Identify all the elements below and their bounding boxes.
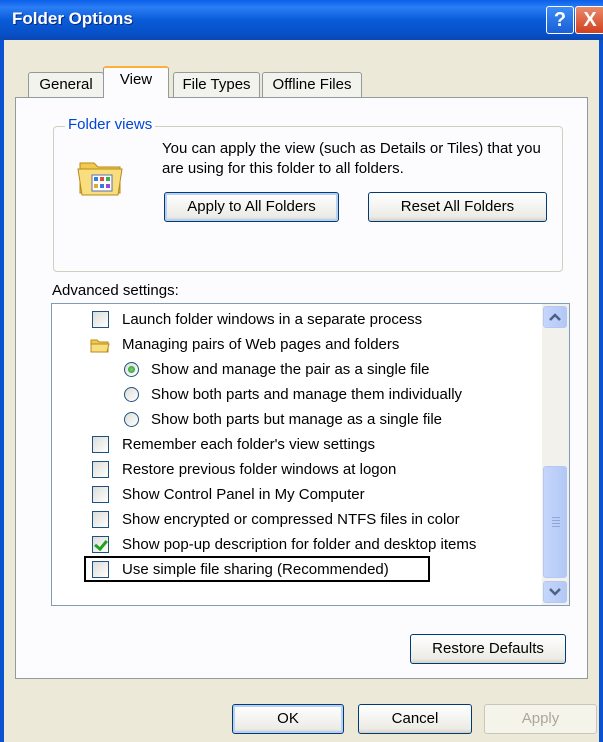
list-item-label: Restore previous folder windows at logon xyxy=(122,461,397,478)
window-title: Folder Options xyxy=(12,9,133,28)
radio-button[interactable] xyxy=(124,387,139,402)
window-frame-right xyxy=(599,40,603,742)
title-bar[interactable]: Folder Options ? X xyxy=(0,0,603,40)
apply-to-all-folders-button[interactable]: Apply to All Folders xyxy=(164,192,339,222)
grip-line xyxy=(552,517,560,518)
radio-button[interactable] xyxy=(124,362,139,377)
ok-button[interactable]: OK xyxy=(232,704,344,734)
advanced-settings-list[interactable]: Launch folder windows in a separate proc… xyxy=(51,303,570,606)
cancel-button[interactable]: Cancel xyxy=(358,704,472,734)
list-item-label: Show both parts and manage them individu… xyxy=(151,386,463,403)
highlight-box xyxy=(84,556,430,582)
folder-views-legend: Folder views xyxy=(65,116,156,133)
folder-views-icon xyxy=(77,162,123,196)
folder-views-description: You can apply the view (such as Details … xyxy=(162,140,541,177)
list-item-label: Managing pairs of Web pages and folders xyxy=(122,336,400,353)
checkbox[interactable] xyxy=(92,461,109,478)
list-item-label: Show encrypted or compressed NTFS files … xyxy=(122,511,460,528)
grip-line xyxy=(552,523,560,524)
scroll-up-button[interactable] xyxy=(543,306,567,328)
list-item-label: Launch folder windows in a separate proc… xyxy=(122,311,423,328)
folder-icon xyxy=(90,339,110,353)
chevron-down-icon xyxy=(549,588,561,596)
scroll-thumb[interactable] xyxy=(543,466,567,578)
restore-defaults-button[interactable]: Restore Defaults xyxy=(410,634,566,664)
checkbox[interactable] xyxy=(92,311,109,328)
scroll-down-button[interactable] xyxy=(543,581,567,603)
close-button[interactable]: X xyxy=(575,6,603,34)
tab-general[interactable]: General xyxy=(28,72,104,97)
apply-button[interactable]: Apply xyxy=(484,704,597,734)
checkbox[interactable] xyxy=(92,511,109,528)
radio-button[interactable] xyxy=(124,412,139,427)
chevron-up-icon xyxy=(549,313,561,321)
advanced-settings-label: Advanced settings: xyxy=(52,282,179,299)
list-item-label: Show Control Panel in My Computer xyxy=(122,486,365,503)
checkbox[interactable] xyxy=(92,436,109,453)
checkbox[interactable] xyxy=(92,486,109,503)
vertical-scrollbar[interactable] xyxy=(542,304,569,605)
tab-view[interactable]: View xyxy=(103,66,169,98)
list-item-label: Show and manage the pair as a single fil… xyxy=(151,361,430,378)
reset-all-folders-button[interactable]: Reset All Folders xyxy=(368,192,547,222)
list-item-label: Show pop-up description for folder and d… xyxy=(122,536,477,553)
help-button[interactable]: ? xyxy=(546,6,574,34)
list-item-label: Remember each folder's view settings xyxy=(122,436,375,453)
window-frame-left xyxy=(0,40,4,742)
list-item-label: Show both parts but manage as a single f… xyxy=(151,411,443,428)
tab-file-types[interactable]: File Types xyxy=(173,72,260,97)
checkbox[interactable] xyxy=(92,536,109,553)
grip-line xyxy=(552,520,560,521)
tab-offline-files[interactable]: Offline Files xyxy=(262,72,362,97)
grip-line xyxy=(552,526,560,527)
